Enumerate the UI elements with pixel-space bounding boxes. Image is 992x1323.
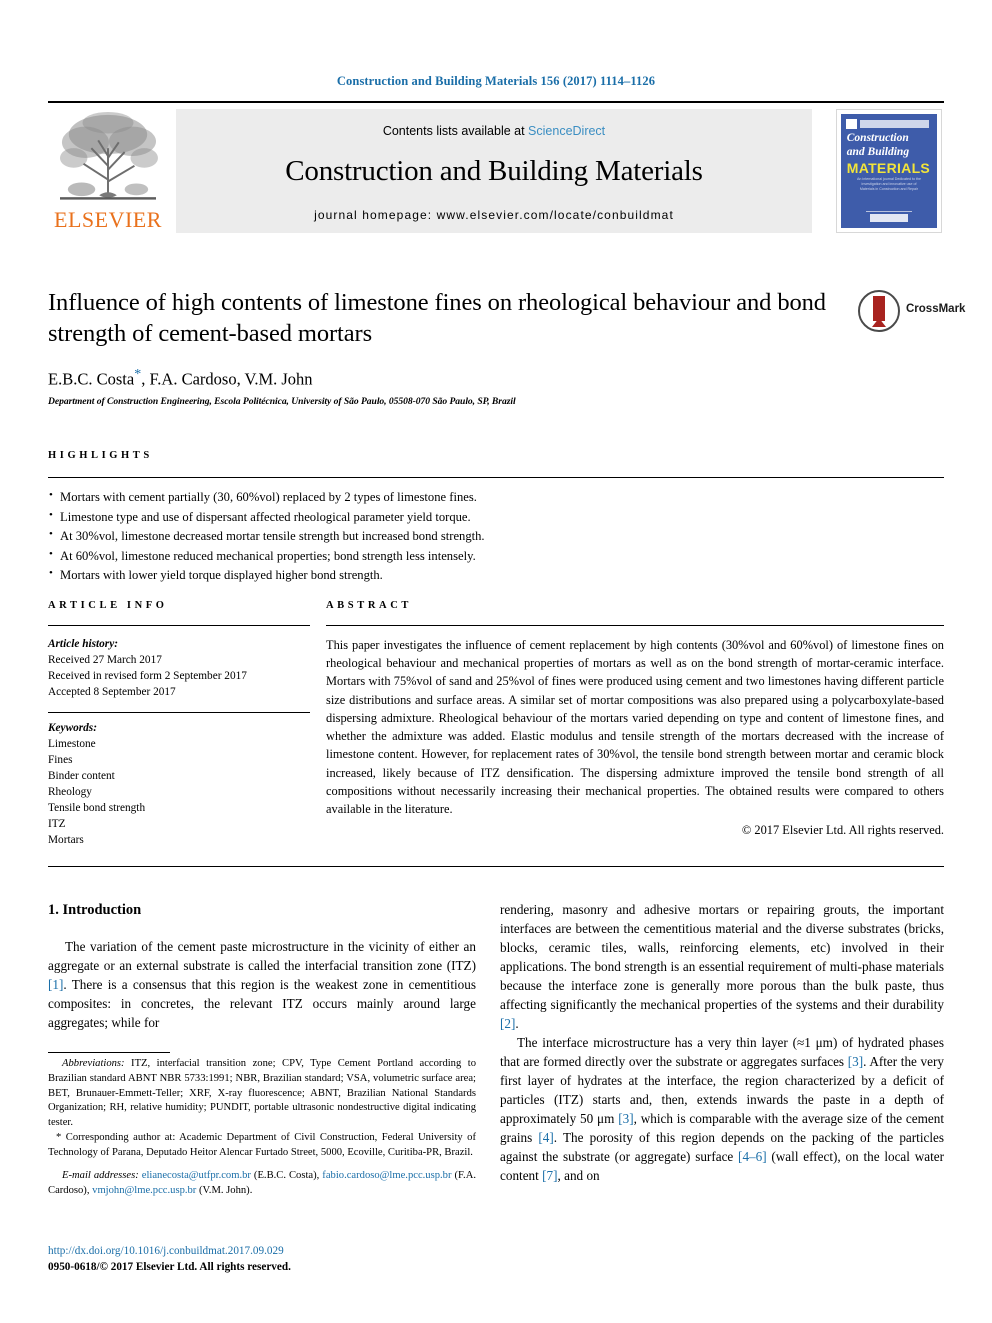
footnote-divider xyxy=(48,1052,170,1053)
paragraph: The variation of the cement paste micros… xyxy=(48,937,476,1032)
keywords-label: Keywords: xyxy=(48,722,97,734)
list-item: Mortars with cement partially (30, 60%vo… xyxy=(48,487,944,508)
footnote-emails: E-mail addresses: elianecosta@utfpr.com.… xyxy=(48,1169,476,1199)
paragraph-text: rendering, masonry and adhesive mortars … xyxy=(500,902,944,1012)
journal-masthead: ELSEVIER Contents lists available at Sci… xyxy=(48,101,944,234)
affiliation: Department of Construction Engineering, … xyxy=(48,396,516,408)
list-item: Mortars with lower yield torque displaye… xyxy=(48,565,944,586)
article-history-accepted: Accepted 8 September 2017 xyxy=(48,686,176,699)
authors-remaining: , F.A. Cardoso, V.M. John xyxy=(141,369,313,389)
crossmark-icon xyxy=(858,290,900,332)
footnotes-block: Abbreviations: ITZ, interfacial transiti… xyxy=(48,1057,476,1198)
article-info-divider xyxy=(48,625,310,626)
abstract-text: This paper investigates the influence of… xyxy=(326,638,944,817)
cover-publisher-mark xyxy=(845,118,858,129)
citation-ref-3b[interactable]: [3] xyxy=(618,1111,633,1126)
keyword-item: ITZ xyxy=(48,818,66,831)
keyword-item: Binder content xyxy=(48,770,115,783)
citation-ref-2[interactable]: [2] xyxy=(500,1016,515,1031)
page-title: Influence of high contents of limestone … xyxy=(48,289,826,347)
cover-topbar xyxy=(860,119,930,128)
citation-ref-3a[interactable]: [3] xyxy=(848,1054,863,1069)
paragraph: rendering, masonry and adhesive mortars … xyxy=(500,900,944,1033)
contents-prefix: Contents lists available at xyxy=(382,124,529,138)
email-link-costa[interactable]: elianecosta@utfpr.com.br xyxy=(142,1170,251,1181)
issn-copyright-line: 0950-0618/© 2017 Elsevier Ltd. All right… xyxy=(48,1261,291,1274)
cover-line-3: MATERIALS xyxy=(846,159,931,176)
footnote-corresponding-author: * Corresponding author at: Academic Depa… xyxy=(48,1132,476,1158)
doi-link[interactable]: http://dx.doi.org/10.1016/j.conbuildmat.… xyxy=(48,1245,284,1257)
masthead-band: Contents lists available at ScienceDirec… xyxy=(176,109,812,233)
abbreviations-label: Abbreviations: xyxy=(62,1058,125,1069)
cover-blurb: An international journal Dedicated to th… xyxy=(857,176,921,192)
keyword-item: Fines xyxy=(48,754,73,767)
journal-cover-thumbnail[interactable]: Construction and Building MATERIALS An i… xyxy=(836,109,942,233)
crossmark-badge-group[interactable]: CrossMark xyxy=(858,290,974,336)
keyword-item: Mortars xyxy=(48,834,84,847)
list-item: Limestone type and use of dispersant aff… xyxy=(48,507,944,528)
email-addresses-label: E-mail addresses: xyxy=(62,1169,139,1181)
paragraph-text: The variation of the cement paste micros… xyxy=(48,938,476,973)
journal-title: Construction and Building Materials xyxy=(285,155,703,187)
cover-divider xyxy=(865,211,913,213)
section-heading-introduction: 1. Introduction xyxy=(48,902,142,918)
elsevier-tree-icon xyxy=(60,111,158,200)
paragraph-text: , and on xyxy=(557,1168,600,1183)
list-item: At 60%vol, limestone reduced mechanical … xyxy=(48,546,944,567)
article-history-received: Received 27 March 2017 xyxy=(48,654,162,667)
sciencedirect-link[interactable]: ScienceDirect xyxy=(528,124,605,138)
paragraph-text: . There is a consensus that this region … xyxy=(48,976,476,1030)
article-info-heading: ARTICLE INFO xyxy=(48,600,168,611)
keywords-divider xyxy=(48,712,310,713)
cover-line-1: Construction xyxy=(846,132,909,145)
email-owner: (V.M. John). xyxy=(196,1184,253,1196)
paragraph-text: . xyxy=(515,1016,519,1031)
journal-homepage[interactable]: journal homepage: www.elsevier.com/locat… xyxy=(176,208,812,222)
body-column-left: 1. Introduction The variation of the cem… xyxy=(48,900,476,1032)
keyword-item: Tensile bond strength xyxy=(48,802,146,815)
doi-block: http://dx.doi.org/10.1016/j.conbuildmat.… xyxy=(48,1243,488,1275)
highlights-divider xyxy=(48,477,944,478)
keyword-item: Limestone xyxy=(48,738,96,751)
highlights-list: Mortars with cement partially (30, 60%vo… xyxy=(48,487,944,586)
email-owner: (E.B.C. Costa), xyxy=(250,1169,323,1181)
footnote-abbreviations: Abbreviations: ITZ, interfacial transiti… xyxy=(48,1057,476,1131)
abstract-heading: ABSTRACT xyxy=(326,600,412,611)
body-column-right: rendering, masonry and adhesive mortars … xyxy=(500,900,944,1185)
article-history-revised: Received in revised form 2 September 201… xyxy=(48,670,247,683)
abstract-divider xyxy=(326,625,944,626)
email-link-john[interactable]: vmjohn@lme.pcc.usp.br xyxy=(92,1185,196,1196)
citation-ref-4-6[interactable]: [4–6] xyxy=(738,1149,767,1164)
citation-ref-7[interactable]: [7] xyxy=(542,1168,557,1183)
article-info-column: Article history: Received 27 March 2017 … xyxy=(48,636,310,700)
cover-line-2: and Building xyxy=(846,146,910,159)
abstract-copyright: © 2017 Elsevier Ltd. All rights reserved… xyxy=(741,823,944,838)
elsevier-wordmark: ELSEVIER xyxy=(54,207,162,232)
keyword-item: Rheology xyxy=(48,786,92,799)
article-page: Construction and Building Materials 156 … xyxy=(0,0,992,1323)
body-top-divider xyxy=(48,866,944,867)
paragraph: The interface microstructure has a very … xyxy=(500,1033,944,1185)
email-link-cardoso[interactable]: fabio.cardoso@lme.pcc.usp.br xyxy=(322,1170,451,1181)
title-block: Influence of high contents of limestone … xyxy=(48,288,848,407)
article-history-label: Article history: xyxy=(48,638,118,650)
contents-available-line: Contents lists available at ScienceDirec… xyxy=(176,124,812,138)
keywords-column: Keywords: Limestone Fines Binder content… xyxy=(48,720,310,848)
citation-ref-1[interactable]: [1] xyxy=(48,977,63,992)
cover-footer-box xyxy=(869,214,909,223)
list-item: At 30%vol, limestone decreased mortar te… xyxy=(48,526,944,547)
author-corresponding: E.B.C. Costa xyxy=(48,369,135,389)
abstract-column: This paper investigates the influence of… xyxy=(326,636,944,840)
author-list: E.B.C. Costa*, F.A. Cardoso, V.M. John xyxy=(48,367,848,390)
running-head: Construction and Building Materials 156 … xyxy=(336,74,656,88)
elsevier-logo: ELSEVIER xyxy=(50,109,166,233)
citation-ref-4[interactable]: [4] xyxy=(538,1130,553,1145)
crossmark-label: CrossMark xyxy=(906,303,966,315)
highlights-heading: HIGHLIGHTS xyxy=(48,450,153,461)
